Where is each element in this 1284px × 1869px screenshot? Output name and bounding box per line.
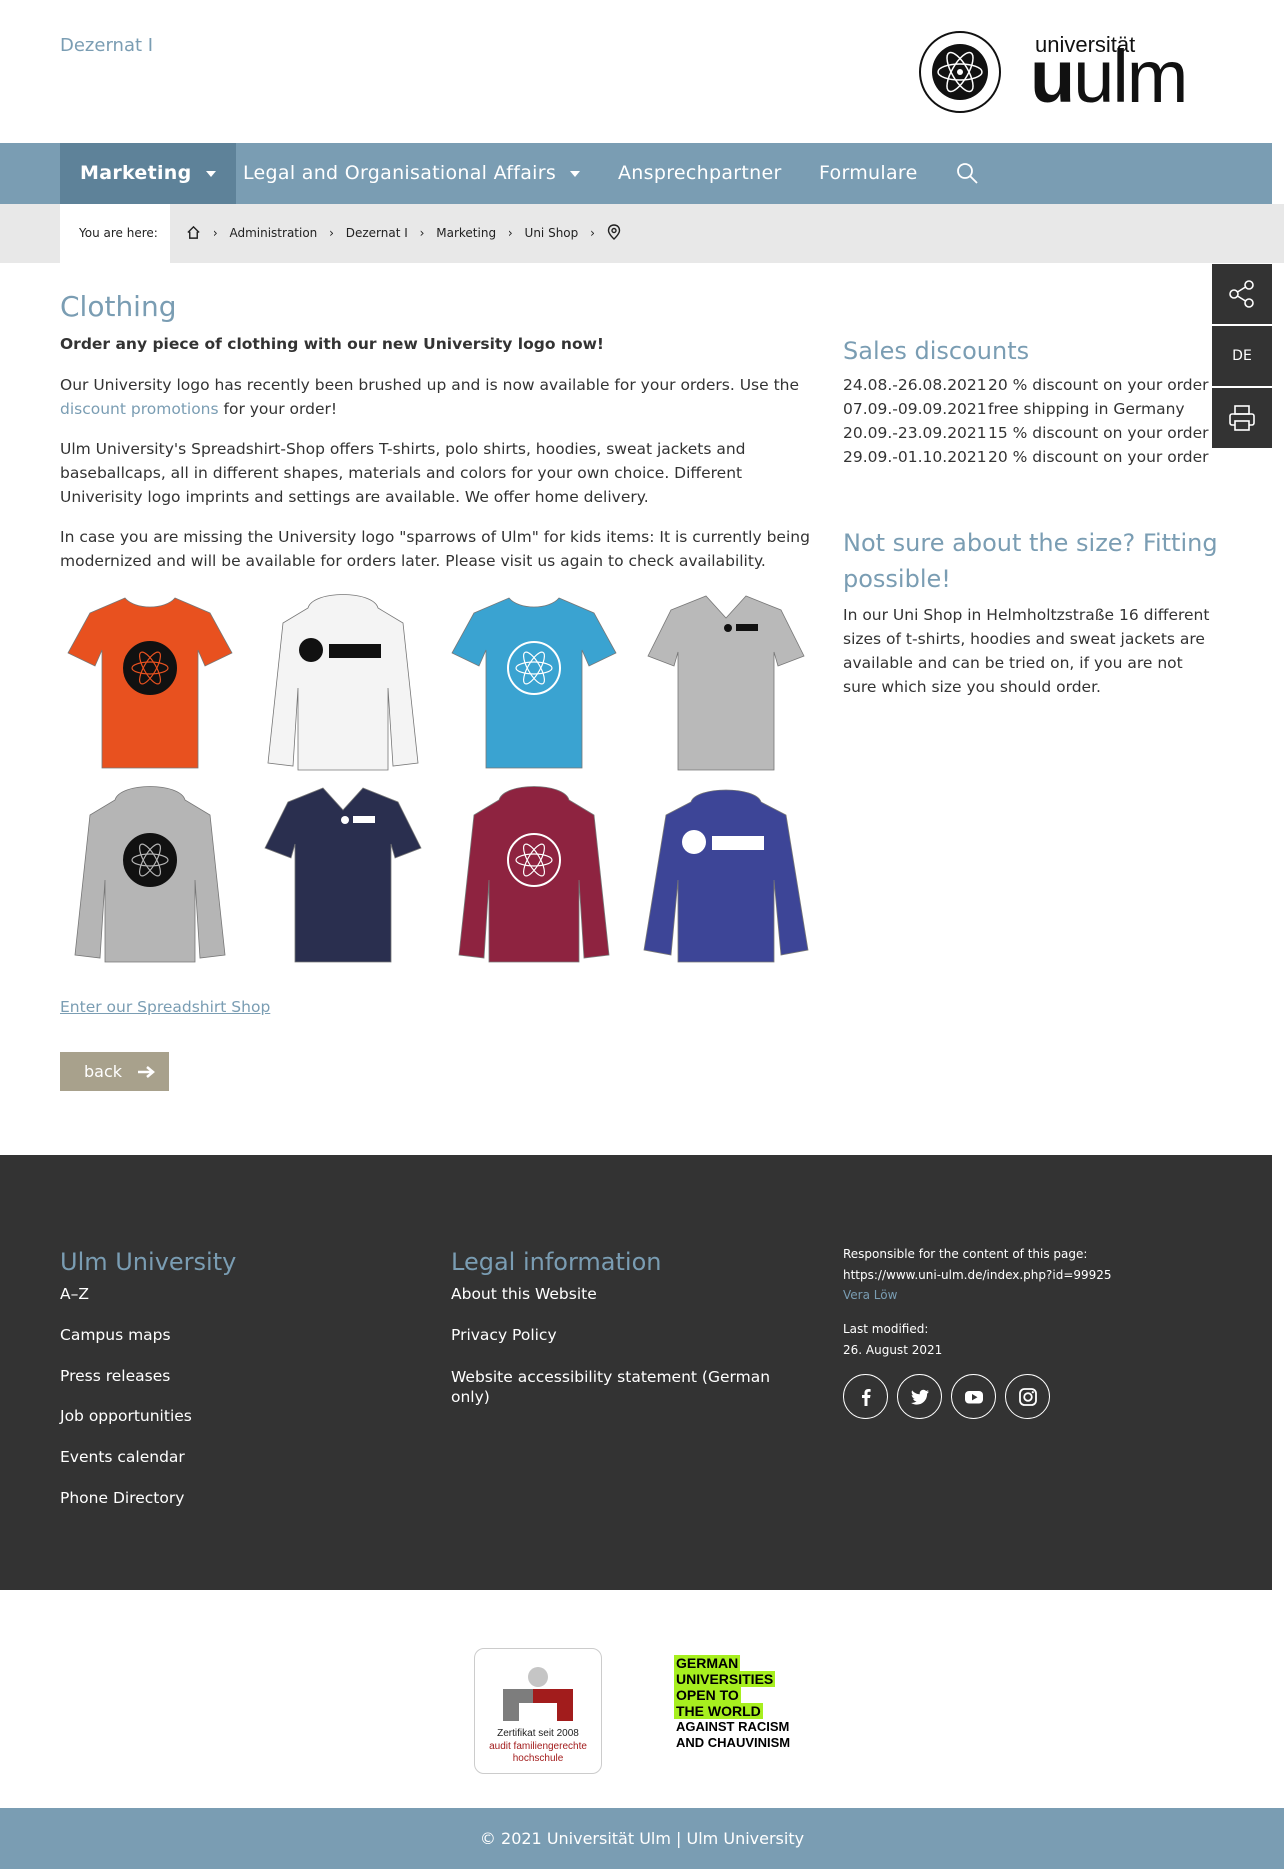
- footer-link-about[interactable]: About this Website: [451, 1285, 597, 1303]
- certificate-line-2: audit familiengerechte hochschule: [489, 1741, 587, 1764]
- breadcrumb-separator: ›: [419, 226, 425, 240]
- modified-label: Last modified:: [843, 1322, 929, 1336]
- footer-link-press-releases[interactable]: Press releases: [60, 1367, 170, 1385]
- breadcrumb-marketing[interactable]: Marketing: [436, 226, 496, 240]
- footer-link-job-opportunities[interactable]: Job opportunities: [60, 1407, 192, 1425]
- footer-link-phone-directory[interactable]: Phone Directory: [60, 1489, 184, 1507]
- chevron-down-icon: [205, 170, 216, 177]
- responsible-url: https://www.uni-ulm.de/index.php?id=9992…: [843, 1268, 1112, 1282]
- kids-paragraph: In case you are missing the University l…: [60, 528, 810, 570]
- breadcrumb-separator: ›: [329, 226, 334, 240]
- family-audit-certificate[interactable]: Zertifikat seit 2008 audit familiengerec…: [474, 1648, 602, 1774]
- arrow-right-icon: [138, 1066, 156, 1078]
- breadcrumb-separator: ›: [507, 226, 513, 240]
- language-switch-button[interactable]: DE: [1212, 326, 1272, 386]
- footer-link-events-calendar[interactable]: Events calendar: [60, 1448, 185, 1466]
- certificate-line-1: Zertifikat seit 2008: [497, 1728, 579, 1739]
- open-universities-badge[interactable]: GERMAN UNIVERSITIES OPEN TO THE WORLD AG…: [674, 1655, 804, 1751]
- sales-discounts-title: Sales discounts: [843, 337, 1030, 365]
- responsible-person-link[interactable]: Vera Löw: [843, 1288, 897, 1302]
- modified-date: 26. August 2021: [843, 1343, 943, 1357]
- product-jacket-image[interactable]: [636, 780, 816, 970]
- main-navigation: Marketing Legal and Organisational Affai…: [0, 143, 1272, 204]
- product-hoodie-image[interactable]: [60, 780, 240, 970]
- youtube-icon: [965, 1391, 983, 1404]
- discount-row: 20.09.-23.09.202115 % discount on your o…: [843, 424, 1209, 442]
- lead-text: Order any piece of clothing with our new…: [60, 335, 604, 353]
- intro-paragraph: Our University logo has recently been br…: [60, 376, 800, 418]
- breadcrumb-bar: You are here: › Administration › Dezerna…: [0, 204, 1284, 263]
- discount-row: 29.09.-01.10.202120 % discount on your o…: [843, 448, 1209, 466]
- nav-item-legal[interactable]: Legal and Organisational Affairs: [243, 143, 581, 204]
- audit-logo-icon: [503, 1667, 573, 1721]
- department-link[interactable]: Dezernat I: [60, 35, 153, 56]
- discount-row: 07.09.-09.09.2021free shipping in German…: [843, 400, 1185, 418]
- page-title: Clothing: [60, 290, 177, 323]
- discount-list: 24.08.-26.08.202120 % discount on your o…: [843, 373, 1209, 469]
- product-grid: [60, 588, 820, 968]
- instagram-button[interactable]: [1005, 1374, 1050, 1419]
- breadcrumb-separator: ›: [212, 226, 218, 240]
- twitter-button[interactable]: [897, 1374, 942, 1419]
- product-tshirt-image[interactable]: [60, 588, 240, 778]
- product-tshirt-image[interactable]: [444, 588, 624, 778]
- responsible-person: Vera Löw: [843, 1288, 897, 1302]
- site-header: Dezernat I universität uulm: [0, 0, 1284, 143]
- facebook-icon: [862, 1389, 871, 1406]
- breadcrumb-dezernat[interactable]: Dezernat I: [346, 226, 408, 240]
- footer-link-campus-maps[interactable]: Campus maps: [60, 1326, 171, 1344]
- location-pin-icon: [607, 224, 620, 240]
- back-button[interactable]: back: [60, 1052, 169, 1091]
- responsible-label: Responsible for the content of this page…: [843, 1247, 1088, 1261]
- youtube-button[interactable]: [951, 1374, 996, 1419]
- print-button[interactable]: [1212, 388, 1272, 448]
- university-seal-logo[interactable]: [918, 30, 1002, 114]
- product-hoodie-image[interactable]: [444, 780, 624, 970]
- nav-item-ansprechpartner[interactable]: Ansprechpartner: [618, 143, 782, 204]
- discount-row: 24.08.-26.08.202120 % discount on your o…: [843, 376, 1209, 394]
- footer-link-accessibility[interactable]: Website accessibility statement (German …: [451, 1367, 771, 1407]
- search-icon[interactable]: [955, 161, 979, 185]
- product-polo-image[interactable]: [253, 780, 433, 970]
- site-footer: Ulm University A–Z Campus maps Press rel…: [0, 1155, 1272, 1590]
- logo-text-big: uulm: [1030, 35, 1188, 118]
- facebook-button[interactable]: [843, 1374, 888, 1419]
- product-polo-image[interactable]: [636, 588, 816, 778]
- share-icon: [1229, 280, 1254, 308]
- discount-promotions-link[interactable]: discount promotions: [60, 400, 219, 418]
- twitter-icon: [911, 1389, 929, 1405]
- size-fitting-text: In our Uni Shop in Helmholtzstraße 16 di…: [843, 606, 1210, 696]
- nav-item-marketing[interactable]: Marketing: [60, 143, 236, 204]
- breadcrumb-uni-shop[interactable]: Uni Shop: [525, 226, 579, 240]
- nav-item-formulare[interactable]: Formulare: [819, 143, 918, 204]
- copyright-bar: © 2021 Universität Ulm | Ulm University: [0, 1808, 1284, 1869]
- shop-paragraph: Ulm University's Spreadshirt-Shop offers…: [60, 440, 746, 506]
- breadcrumb: › Administration › Dezernat I › Marketin…: [186, 204, 621, 263]
- size-fitting-title: Not sure about the size? Fitting possible…: [843, 529, 1218, 593]
- printer-icon: [1229, 405, 1255, 431]
- breadcrumb-label: You are here:: [60, 204, 170, 263]
- chevron-down-icon: [570, 170, 581, 177]
- breadcrumb-administration[interactable]: Administration: [229, 226, 317, 240]
- spreadshirt-shop-link[interactable]: Enter our Spreadshirt Shop: [60, 998, 270, 1016]
- home-icon[interactable]: [186, 225, 201, 240]
- footer-link-a-z[interactable]: A–Z: [60, 1285, 89, 1303]
- footer-link-privacy[interactable]: Privacy Policy: [451, 1326, 557, 1344]
- instagram-icon: [1019, 1388, 1037, 1406]
- footer-university-title: Ulm University: [60, 1248, 237, 1276]
- product-hoodie-image[interactable]: [253, 588, 433, 778]
- share-button[interactable]: [1212, 264, 1272, 324]
- breadcrumb-separator: ›: [590, 226, 595, 240]
- footer-legal-title: Legal information: [451, 1248, 662, 1276]
